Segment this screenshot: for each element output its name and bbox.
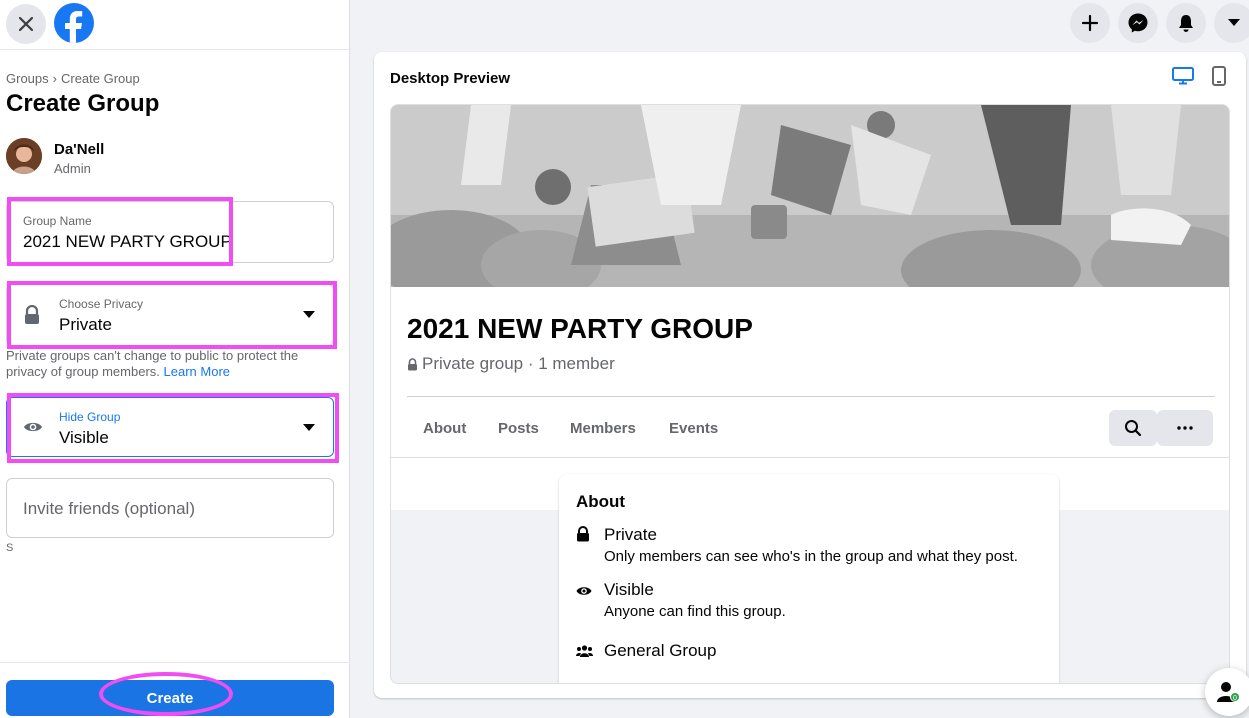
invite-placeholder: Invite friends (optional) (23, 499, 195, 518)
notifications-icon (1179, 15, 1193, 32)
mobile-view-toggle[interactable] (1212, 66, 1226, 91)
group-name-field[interactable]: Group Name 2021 NEW PARTY GROUP (6, 201, 334, 263)
breadcrumb-current: Create Group (60, 71, 140, 86)
group-name-input[interactable]: 2021 NEW PARTY GROUP (23, 232, 232, 252)
eye-icon (576, 584, 592, 602)
tab-events[interactable]: Events (669, 420, 718, 437)
close-button[interactable] (6, 4, 46, 44)
close-icon (18, 16, 34, 32)
page-title: Create Group (6, 90, 160, 117)
cover-photo (391, 105, 1229, 287)
group-members-icon (576, 644, 593, 662)
header-divider (407, 396, 1215, 397)
footer-divider (0, 662, 350, 663)
group-title: 2021 NEW PARTY GROUP (407, 313, 753, 344)
tab-posts[interactable]: Posts (498, 420, 539, 437)
contacts-float-button[interactable]: 0 (1205, 668, 1249, 716)
avatar (6, 138, 42, 174)
create-button[interactable]: Create (6, 680, 334, 716)
messenger-icon (1128, 13, 1148, 33)
desktop-icon (1172, 67, 1194, 85)
group-more-button[interactable] (1157, 410, 1213, 446)
account-menu-button[interactable] (1214, 3, 1249, 43)
tabs-divider (391, 457, 1229, 458)
lock-icon (576, 526, 590, 547)
svg-text:0: 0 (1233, 695, 1237, 702)
eye-icon (23, 420, 43, 439)
caret-down-icon (1228, 19, 1240, 26)
messenger-button[interactable] (1118, 3, 1158, 43)
invite-friends-input[interactable]: Invite friends (optional) (6, 478, 334, 538)
plus-icon (1081, 14, 1099, 32)
suggestion-text: S (6, 542, 14, 554)
more-icon (1177, 426, 1193, 430)
hide-group-select[interactable]: Hide Group Visible (6, 397, 334, 457)
about-title: About (576, 492, 626, 511)
desktop-preview-card: Desktop Preview 2021 NEW PARTY GROUP Pri… (374, 52, 1246, 698)
create-group-panel: Groups › Create Group Create Group Da'Nell… (0, 0, 350, 718)
group-meta-text: Private group · 1 member (422, 354, 615, 373)
breadcrumb-separator: › (52, 71, 57, 86)
group-name-label: Group Name (23, 214, 92, 228)
group-meta: Private group · 1 member (407, 354, 615, 374)
about-group-type: General Group (604, 641, 717, 660)
about-visibility-title: Visible (604, 580, 654, 599)
facebook-f-icon (65, 11, 83, 43)
privacy-help-body: Private groups can't change to public to… (6, 348, 299, 379)
breadcrumb: Groups › Create Group (6, 71, 140, 86)
chevron-down-icon (303, 424, 315, 431)
create-plus-button[interactable] (1070, 3, 1110, 43)
notifications-button[interactable] (1166, 3, 1206, 43)
about-visibility-desc: Anyone can find this group. (604, 603, 786, 620)
privacy-value: Private (59, 315, 112, 334)
search-icon (1125, 420, 1142, 437)
panel-header (0, 0, 349, 50)
hide-group-value: Visible (59, 428, 109, 447)
user-role: Admin (54, 161, 91, 176)
privacy-select[interactable]: Choose Privacy Private (6, 284, 334, 346)
facebook-logo[interactable] (54, 3, 94, 43)
people-icon: 0 (1217, 682, 1240, 702)
group-header: 2021 NEW PARTY GROUP Private group · 1 m… (391, 105, 1229, 510)
mobile-icon (1212, 66, 1226, 86)
hide-group-label: Hide Group (59, 410, 121, 424)
group-page-mockup: 2021 NEW PARTY GROUP Private group · 1 m… (390, 104, 1230, 684)
lock-icon (408, 357, 417, 370)
tab-members[interactable]: Members (570, 420, 636, 437)
about-card: About Private Only members can see who's… (559, 474, 1059, 683)
group-search-button[interactable] (1109, 410, 1157, 446)
privacy-label: Choose Privacy (59, 297, 144, 311)
chevron-down-icon (303, 311, 315, 318)
user-name: Da'Nell (54, 141, 105, 158)
privacy-help-text: Private groups can't change to public to… (6, 348, 336, 380)
desktop-view-toggle[interactable] (1172, 67, 1194, 90)
tab-about[interactable]: About (423, 420, 466, 437)
breadcrumb-groups[interactable]: Groups (6, 71, 49, 86)
about-privacy-desc: Only members can see who's in the group … (604, 548, 1018, 565)
preview-title: Desktop Preview (390, 70, 511, 87)
learn-more-link[interactable]: Learn More (164, 364, 230, 379)
lock-icon (23, 304, 41, 330)
about-privacy-title: Private (604, 525, 657, 544)
